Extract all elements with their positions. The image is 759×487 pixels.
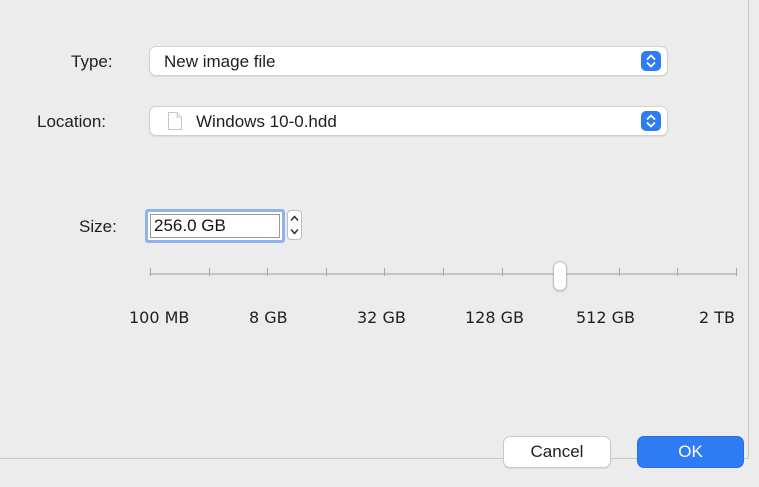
ok-button[interactable]: OK (637, 436, 744, 468)
slider-tick (619, 268, 620, 276)
slider-tick (150, 268, 151, 276)
size-stepper[interactable] (287, 210, 302, 240)
size-input-value: 256.0 GB (154, 216, 226, 235)
location-popup[interactable]: Windows 10-0.hdd (149, 106, 668, 136)
chevron-up-icon[interactable] (288, 211, 301, 225)
tick-label-100mb: 100 MB (129, 308, 190, 327)
up-down-arrows-icon (641, 51, 661, 71)
tick-label-2tb: 2 TB (699, 308, 736, 327)
cancel-button[interactable]: Cancel (503, 436, 611, 468)
up-down-arrows-icon (641, 111, 661, 131)
tick-label-32gb: 32 GB (357, 308, 406, 327)
slider-tick (209, 268, 210, 276)
size-input[interactable]: 256.0 GB (145, 209, 285, 243)
size-label: Size: (79, 217, 117, 236)
location-popup-value: Windows 10-0.hdd (196, 112, 337, 131)
location-label: Location: (37, 112, 106, 131)
slider-tick (677, 268, 678, 276)
type-popup[interactable]: New image file (149, 46, 668, 76)
chevron-down-icon[interactable] (288, 225, 301, 239)
tick-label-128gb: 128 GB (465, 308, 524, 327)
slider-tick (326, 268, 327, 276)
type-popup-value: New image file (164, 52, 276, 71)
document-icon (167, 111, 183, 131)
slider-tick (384, 268, 385, 276)
new-image-dialog: Type: New image file Location: Windows 1… (0, 0, 749, 468)
tick-label-8gb: 8 GB (249, 308, 288, 327)
slider-tick (267, 268, 268, 276)
type-label: Type: (71, 52, 113, 71)
slider-tick (443, 268, 444, 276)
size-slider-thumb[interactable] (553, 261, 567, 291)
tick-label-512gb: 512 GB (576, 308, 635, 327)
slider-tick (736, 268, 737, 276)
slider-tick (502, 268, 503, 276)
